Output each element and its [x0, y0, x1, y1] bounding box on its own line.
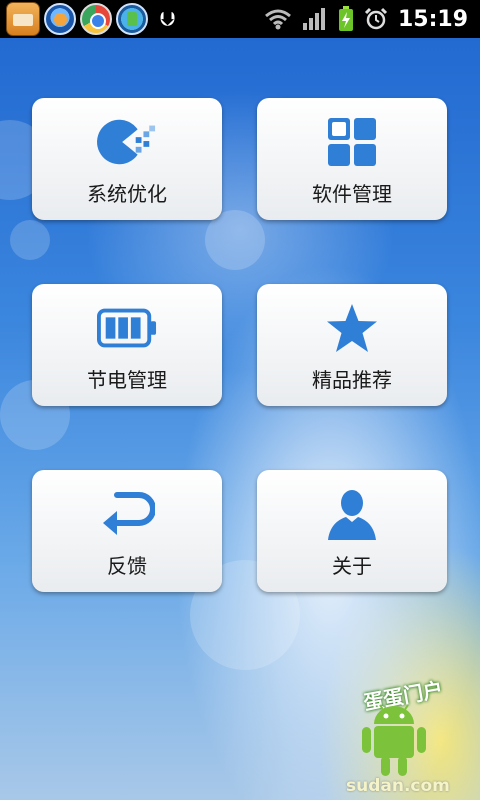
tile-feedback[interactable]: 反馈 [32, 470, 222, 592]
folder-app-icon[interactable] [6, 2, 40, 36]
tile-label: 软件管理 [312, 182, 392, 206]
alarm-icon [364, 7, 388, 30]
star-icon [322, 302, 382, 354]
tile-label: 精品推荐 [312, 368, 392, 392]
return-arrow-icon [97, 488, 157, 540]
tile-label: 关于 [332, 554, 372, 578]
tile-label: 节电管理 [87, 368, 167, 392]
signal-icon [302, 8, 325, 30]
tile-featured-recommend[interactable]: 精品推荐 [257, 284, 447, 406]
tile-power-manage[interactable]: 节电管理 [32, 284, 222, 406]
tile-label: 系统优化 [87, 182, 167, 206]
tile-about[interactable]: 关于 [257, 470, 447, 592]
browser-app-icon[interactable] [80, 3, 112, 35]
usb-icon: ⮋ [160, 7, 176, 31]
watermark-url: sudan.com [346, 776, 450, 796]
battery-charging-icon [338, 6, 353, 31]
grid-apps-icon [322, 116, 382, 168]
tile-label: 反馈 [107, 554, 147, 578]
status-clock: 15:19 [397, 6, 468, 32]
android-mascot-icon [362, 704, 426, 776]
wifi-icon [265, 9, 291, 30]
status-bar: ⮋ 15:19 [0, 0, 480, 38]
tile-software-manage[interactable]: 软件管理 [257, 98, 447, 220]
watermark: 蛋蛋门户 sudan.com [338, 677, 478, 800]
battery-icon [97, 302, 157, 354]
person-icon [322, 488, 382, 540]
system-optimize-icon [97, 116, 157, 168]
manager-app-icon[interactable] [116, 3, 148, 35]
tile-system-optimize[interactable]: 系统优化 [32, 98, 222, 220]
qq-app-icon[interactable] [44, 3, 76, 35]
